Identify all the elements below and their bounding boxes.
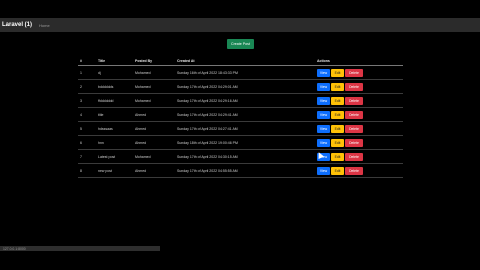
column-header-created-at: Created At [175,56,315,66]
nav-link-home[interactable]: Home [39,23,50,28]
view-button[interactable]: View [317,138,330,147]
cell-number: 4 [78,107,96,122]
edit-button[interactable]: Edit [331,68,344,77]
delete-button[interactable]: Delete [345,124,363,133]
table-row: 6 hnn Ahmed Sunday 18th of April 2022 19:00… [78,135,403,150]
edit-button[interactable]: Edit [331,124,344,133]
cell-actions: View Edit Delete [315,149,403,164]
posts-table: # Title Posted By Created At Actions 1 dj… [78,56,403,178]
cell-created-at: Sunday 16th of April 2022 18:43:33 PM [175,65,315,80]
cell-actions: View Edit Delete [315,107,403,122]
cell-posted-by: Ahmed [133,135,175,150]
column-header-title: Title [96,56,133,66]
cell-actions: View Edit Delete [315,65,403,80]
table-header-row: # Title Posted By Created At Actions [78,56,403,66]
cell-actions: View Edit Delete [315,163,403,178]
cell-created-at: Sunday 17th of April 2022 04:29:16 AM [175,93,315,108]
cell-posted-by: Ahmed [133,107,175,122]
column-header-actions: Actions [315,56,403,66]
cell-created-at: Sunday 17th of April 2022 04:29:41 AM [175,107,315,122]
cell-title: bdddddds [96,79,133,94]
table-row: 1 dj Mohamed Sunday 16th of April 2022 18:4… [78,65,403,80]
table-row: 4 title Ahmed Sunday 17th of April 2022 04:… [78,107,403,122]
cell-posted-by: Mohamed [133,65,175,80]
table-row: 5 hdsssaas Ahmed Sunday 17th of April 2022 … [78,121,403,136]
cell-posted-by: Mohamed [133,93,175,108]
cell-created-at: Sunday 18th of April 2022 19:00:46 PM [175,135,315,150]
cell-actions: View Edit Delete [315,93,403,108]
delete-button[interactable]: Delete [345,138,363,147]
brand-logo[interactable]: Laravel (1) [2,22,32,28]
cell-title: Latest post [96,149,133,164]
view-button[interactable]: View [317,68,330,77]
cell-posted-by: Mohamed [133,149,175,164]
table-row: 3 ffddddddd Mohamed Sunday 17th of April 20… [78,93,403,108]
cell-number: 6 [78,135,96,150]
delete-button[interactable]: Delete [345,152,363,161]
view-button[interactable]: View [317,82,330,91]
create-post-button[interactable]: Create Post [227,39,254,49]
delete-button[interactable]: Delete [345,68,363,77]
cell-actions: View Edit Delete [315,121,403,136]
view-button[interactable]: View [317,96,330,105]
cell-title: dj [96,65,133,80]
edit-button[interactable]: Edit [331,110,344,119]
cell-posted-by: Ahmed [133,163,175,178]
cell-number: 3 [78,93,96,108]
cell-posted-by: Ahmed [133,121,175,136]
cell-actions: View Edit Delete [315,135,403,150]
table-row: 2 bdddddds Mohamed Sunday 17th of April 202… [78,79,403,94]
edit-button[interactable]: Edit [331,96,344,105]
cell-number: 1 [78,65,96,80]
table-row: 8 new post Ahmed Sunday 17th of April 2022 … [78,163,403,178]
delete-button[interactable]: Delete [345,110,363,119]
view-button[interactable]: View [317,124,330,133]
cell-number: 7 [78,149,96,164]
delete-button[interactable]: Delete [345,166,363,175]
delete-button[interactable]: Delete [345,82,363,91]
view-button[interactable]: View [317,110,330,119]
status-url: 127.0.0.1:8000 [3,246,26,251]
cell-number: 8 [78,163,96,178]
column-header-posted-by: Posted By [133,56,175,66]
cell-title: title [96,107,133,122]
cell-title: ffddddddd [96,93,133,108]
cell-number: 5 [78,121,96,136]
column-header-number: # [78,56,96,66]
delete-button[interactable]: Delete [345,96,363,105]
edit-button[interactable]: Edit [331,138,344,147]
edit-button[interactable]: Edit [331,82,344,91]
cell-created-at: Sunday 17th of April 2022 04:30:15 AM [175,149,315,164]
edit-button[interactable]: Edit [331,152,344,161]
cell-created-at: Sunday 17th of April 2022 04:27:41 AM [175,121,315,136]
cell-title: hdsssaas [96,121,133,136]
cell-actions: View Edit Delete [315,79,403,94]
cell-posted-by: Mohamed [133,79,175,94]
navbar: Laravel (1) Home [0,18,480,32]
view-button[interactable]: View [317,166,330,175]
cell-title: hnn [96,135,133,150]
edit-button[interactable]: Edit [331,166,344,175]
status-bar: 127.0.0.1:8000 [0,246,160,251]
cell-title: new post [96,163,133,178]
cell-created-at: Sunday 17th of April 2022 04:55:55 AM [175,163,315,178]
cell-number: 2 [78,79,96,94]
table-row: 7 Latest post Mohamed Sunday 17th of April … [78,149,403,164]
cell-created-at: Sunday 17th of April 2022 04:29:01 AM [175,79,315,94]
